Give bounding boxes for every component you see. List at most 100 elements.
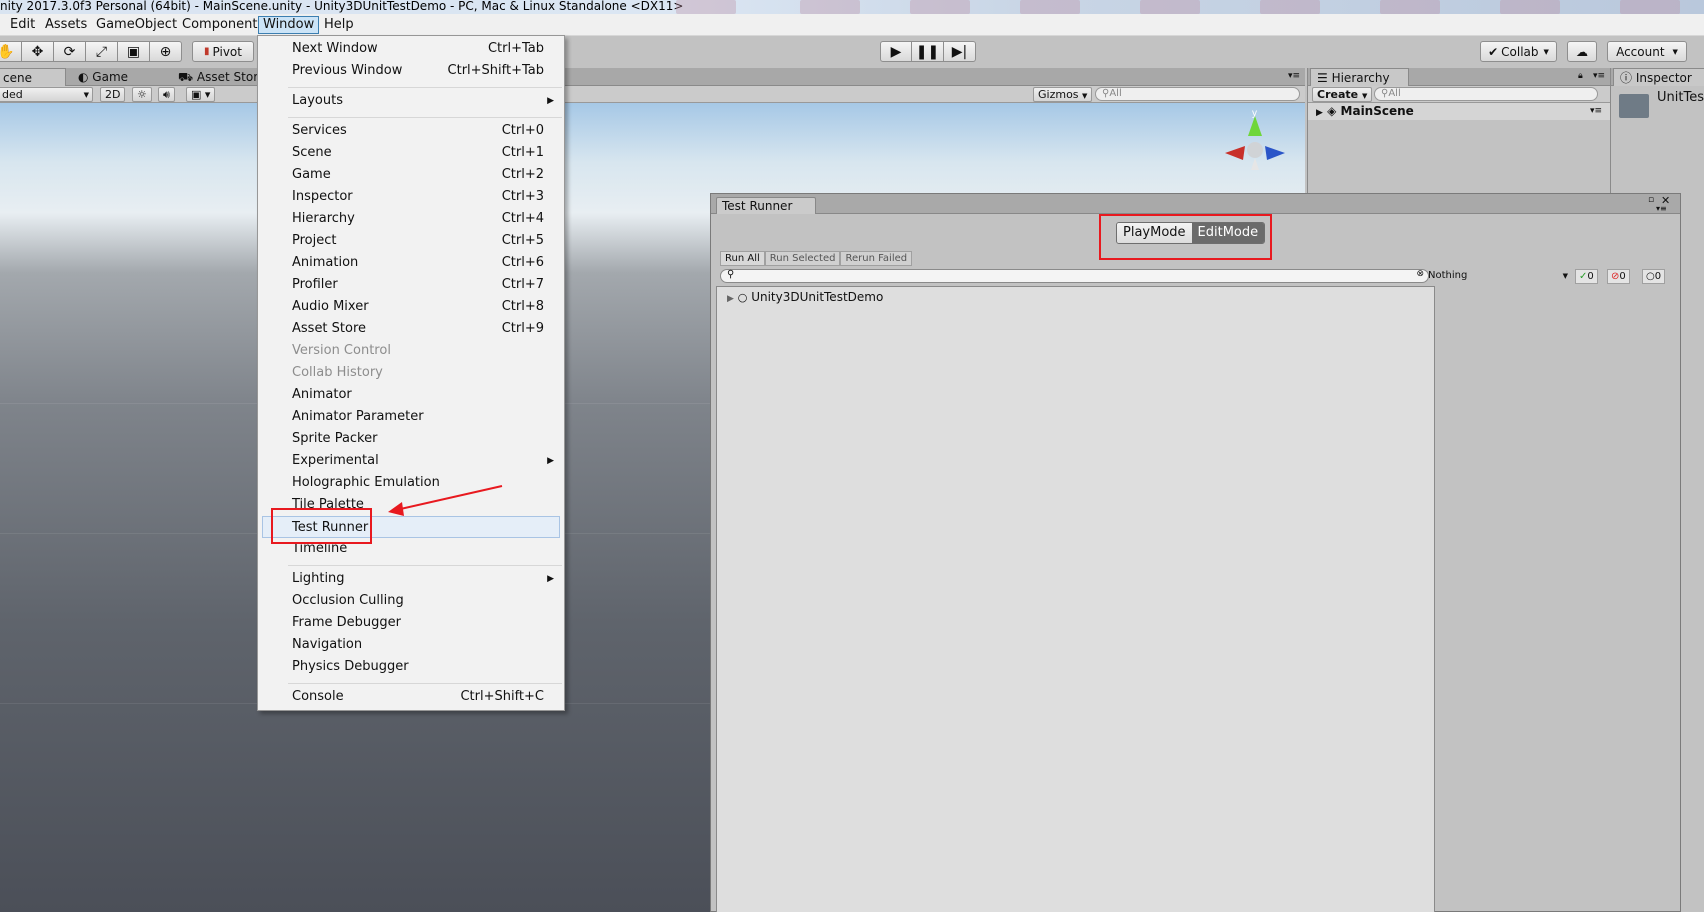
test-search-input[interactable]: ⚲ ⊗ <box>720 269 1429 283</box>
expand-arrow-icon[interactable]: ▶ <box>1316 108 1323 118</box>
effects-toggle-icon[interactable]: ▣ ▾ <box>186 87 216 102</box>
scene-search-placeholder: All <box>1109 88 1122 99</box>
lighting-toggle-icon[interactable]: ☼ <box>132 87 152 102</box>
unity-scene-icon: ◈ <box>1327 104 1337 118</box>
menu-item-inspector[interactable]: Inspector Ctrl+3 <box>258 186 564 208</box>
clear-search-icon[interactable]: ⊗ <box>1416 269 1424 279</box>
audio-toggle-icon[interactable]: 🔊︎ <box>158 87 175 102</box>
menu-item-sprite-packer[interactable]: Sprite Packer <box>258 428 564 450</box>
play-icon[interactable]: ▶ <box>880 41 912 62</box>
menu-item-shortcut: Ctrl+8 <box>501 299 544 314</box>
menu-item-scene[interactable]: Scene Ctrl+1 <box>258 142 564 164</box>
run-all-button[interactable]: Run All <box>720 251 765 266</box>
menu-item-collab-history: Collab History <box>258 362 564 384</box>
create-dropdown[interactable]: Create ▼ <box>1312 87 1373 102</box>
menu-item-animation[interactable]: Animation Ctrl+6 <box>258 252 564 274</box>
pause-icon[interactable]: ❚❚ <box>912 41 944 62</box>
mode-2d-toggle[interactable]: 2D <box>100 87 126 102</box>
menu-item-experimental[interactable]: Experimental ▶ <box>258 450 564 472</box>
tab-hierarchy-label: Hierarchy <box>1331 71 1390 85</box>
menu-item-animator[interactable]: Animator <box>258 384 564 406</box>
menu-item-occlusion-culling[interactable]: Occlusion Culling <box>258 590 564 612</box>
game-icon: ◐ <box>78 70 93 84</box>
failed-count-badge[interactable]: ⊘0 <box>1607 269 1630 284</box>
menu-item-navigation[interactable]: Navigation <box>258 634 564 656</box>
hierarchy-search-input[interactable]: ⚲All <box>1374 87 1598 101</box>
scene-search-input[interactable]: ⚲All <box>1095 87 1300 101</box>
menu-item-audio-mixer[interactable]: Audio Mixer Ctrl+8 <box>258 296 564 318</box>
not-run-count-badge[interactable]: ○0 <box>1642 269 1666 284</box>
scene-row[interactable]: ▶ ◈ MainScene ▾≡ <box>1308 103 1610 120</box>
menu-window[interactable]: Window <box>258 16 320 34</box>
rerun-failed-button[interactable]: Rerun Failed <box>840 251 913 266</box>
menu-item-game[interactable]: Game Ctrl+2 <box>258 164 564 186</box>
panel-menu-icon[interactable]: ▾≡ <box>1656 204 1667 213</box>
panel-menu-icon[interactable]: ▾≡ <box>1288 71 1300 81</box>
menu-item-next-window[interactable]: Next Window Ctrl+Tab <box>258 38 564 60</box>
category-filter-label: Nothing <box>1428 270 1468 281</box>
rect-tool-icon[interactable]: ▣ <box>118 41 150 62</box>
tab-inspector-label: Inspector <box>1635 71 1692 85</box>
gizmos-dropdown[interactable]: Gizmos ▼ <box>1033 87 1093 102</box>
menu-item-frame-debugger[interactable]: Frame Debugger <box>258 612 564 634</box>
menu-item-hierarchy[interactable]: Hierarchy Ctrl+4 <box>258 208 564 230</box>
lock-icon[interactable]: 🔒︎ <box>1578 71 1583 81</box>
menu-item-physics-debugger[interactable]: Physics Debugger <box>258 656 564 678</box>
menu-item-lighting[interactable]: Lighting ▶ <box>258 568 564 590</box>
menu-edit[interactable]: Edit <box>6 16 39 34</box>
menu-item-profiler[interactable]: Profiler Ctrl+7 <box>258 274 564 296</box>
test-actions: Run All Run Selected Rerun Failed <box>720 251 913 266</box>
menu-item-animator-parameter[interactable]: Animator Parameter <box>258 406 564 428</box>
menu-item-project[interactable]: Project Ctrl+5 <box>258 230 564 252</box>
scene-gizmo-icon[interactable]: y <box>1215 108 1295 178</box>
category-filter-dropdown[interactable]: Nothing ▼ <box>1424 269 1572 284</box>
menu-separator <box>288 565 562 566</box>
account-button[interactable]: Account ▼ <box>1607 41 1687 62</box>
maximize-icon[interactable]: ▫ <box>1648 195 1654 205</box>
gizmo-x-axis <box>1225 146 1245 160</box>
passed-count-badge[interactable]: ✓0 <box>1575 269 1598 284</box>
row-menu-icon[interactable]: ▾≡ <box>1590 103 1602 119</box>
menu-item-label: Services <box>292 123 347 138</box>
shading-mode-dropdown[interactable]: ded ▼ <box>0 87 93 102</box>
collab-label: Collab <box>1501 44 1539 59</box>
pivot-toggle[interactable]: ▮ Pivot <box>192 41 254 62</box>
panel-menu-icon[interactable]: ▾≡ <box>1593 71 1605 81</box>
menu-item-label: Profiler <box>292 277 338 292</box>
tab-test-runner[interactable]: Test Runner <box>716 197 816 214</box>
move-tool-icon[interactable]: ✥ <box>22 41 54 62</box>
pivot-icon: ▮ <box>204 46 210 57</box>
info-icon: ⓘ <box>1620 71 1636 85</box>
menu-item-asset-store[interactable]: Asset Store Ctrl+9 <box>258 318 564 340</box>
tab-game[interactable]: ◐ Game <box>72 68 134 86</box>
collab-button[interactable]: ✔ Collab ▼ <box>1480 41 1557 62</box>
run-selected-button[interactable]: Run Selected <box>764 251 841 266</box>
hierarchy-search-placeholder: All <box>1388 88 1401 99</box>
menu-item-console[interactable]: Console Ctrl+Shift+C <box>258 686 564 708</box>
menu-help[interactable]: Help <box>320 16 358 34</box>
scale-tool-icon[interactable]: ⤢ <box>86 41 118 62</box>
expand-arrow-icon[interactable]: ▶ <box>727 294 734 304</box>
menu-item-shortcut: Ctrl+9 <box>501 321 544 336</box>
menu-assets[interactable]: Assets <box>41 16 91 34</box>
menu-item-previous-window[interactable]: Previous Window Ctrl+Shift+Tab <box>258 60 564 82</box>
menu-item-layouts[interactable]: Layouts ▶ <box>258 90 564 112</box>
menu-gameobject[interactable]: GameObject <box>92 16 181 34</box>
transform-tool-icon[interactable]: ⊕ <box>150 41 182 62</box>
tab-inspector[interactable]: ⓘ Inspector <box>1613 68 1704 86</box>
annotation-arrow-icon <box>388 485 503 516</box>
menu-item-label: Animation <box>292 255 359 270</box>
test-root-label: Unity3DUnitTestDemo <box>751 290 884 304</box>
tab-scene[interactable]: cene <box>0 68 66 86</box>
tab-hierarchy[interactable]: ☰ Hierarchy <box>1310 68 1409 86</box>
test-tree-root[interactable]: ▶ ○ Unity3DUnitTestDemo <box>727 290 883 304</box>
menu-component[interactable]: Component <box>178 16 261 34</box>
menu-item-services[interactable]: Services Ctrl+0 <box>258 120 564 142</box>
taskbar-blur <box>1500 0 1560 14</box>
rotate-tool-icon[interactable]: ⟳ <box>54 41 86 62</box>
menu-item-label: Console <box>292 689 344 704</box>
not-run-icon: ○ <box>1646 271 1655 282</box>
step-icon[interactable]: ▶| <box>944 41 976 62</box>
cloud-button[interactable]: ☁ <box>1567 41 1597 62</box>
hand-tool-icon[interactable]: ✋ <box>0 41 22 62</box>
